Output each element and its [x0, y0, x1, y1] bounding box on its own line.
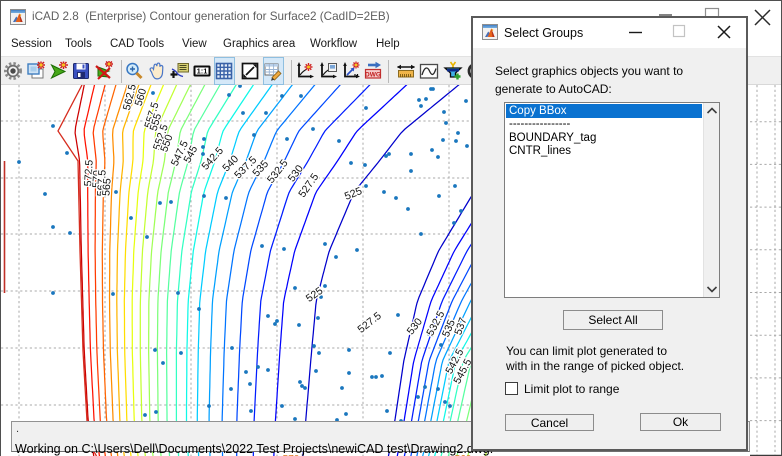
svg-text:DWG: DWG	[365, 71, 381, 78]
svg-text:537: 537	[452, 316, 469, 337]
svg-text:1:1: 1:1	[197, 67, 208, 76]
svg-text:565: 565	[100, 178, 113, 197]
svg-text:525: 525	[343, 185, 364, 203]
svg-text:527.5: 527.5	[355, 310, 383, 336]
svg-text:532.5: 532.5	[265, 157, 291, 185]
svg-text:525: 525	[304, 285, 325, 305]
